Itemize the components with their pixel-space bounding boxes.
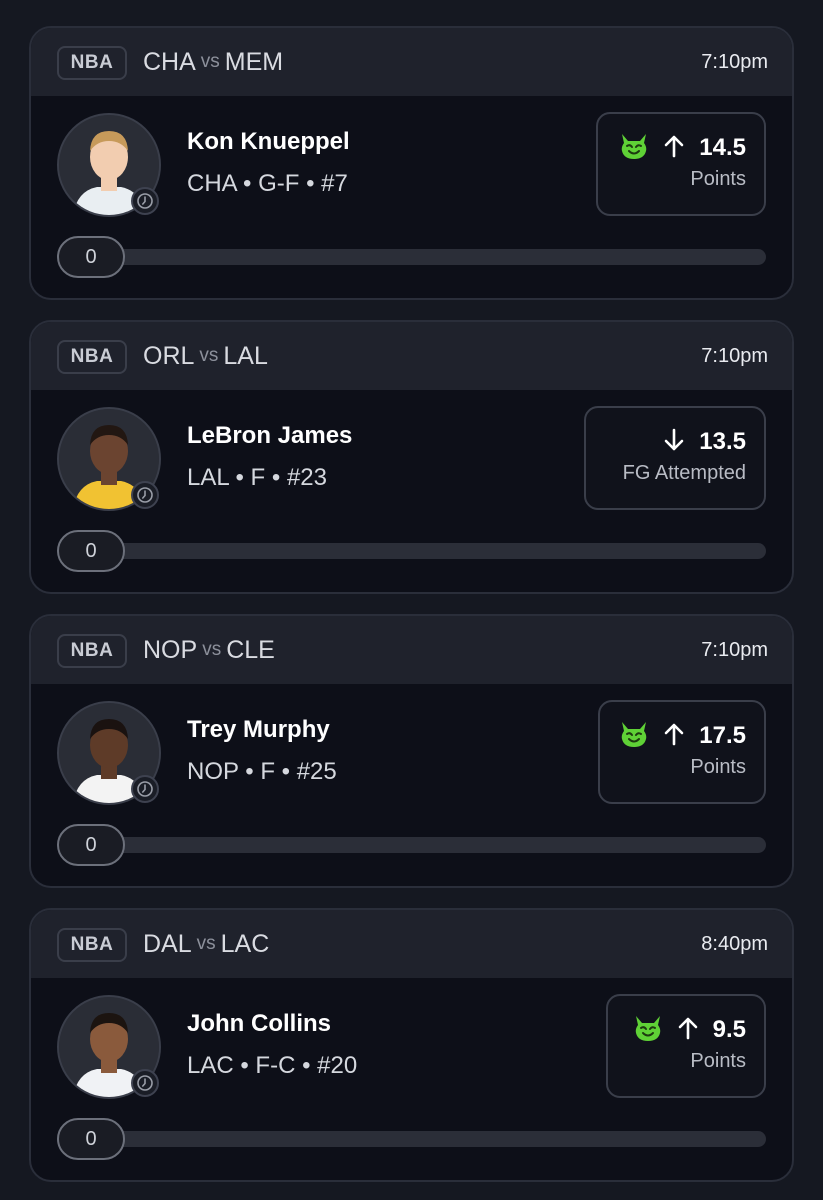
team-home: LAC bbox=[220, 929, 270, 958]
team-home: CLE bbox=[226, 635, 275, 664]
matchup: CHA vs MEM bbox=[143, 45, 283, 79]
pick-line: 13.5 bbox=[663, 426, 746, 458]
matchup: DAL vs LAC bbox=[143, 927, 269, 961]
arrow-down-icon bbox=[663, 428, 685, 457]
pick-box[interactable]: 14.5 Points bbox=[596, 112, 766, 216]
pick-line-value: 17.5 bbox=[699, 722, 746, 749]
game-time: 7:10pm bbox=[701, 638, 768, 661]
player-name: LeBron James bbox=[187, 422, 353, 449]
vs-label: vs bbox=[202, 639, 222, 660]
game-header: NBA CHA vs MEM 7:10pm bbox=[31, 28, 792, 96]
pick-box[interactable]: 17.5 Points bbox=[598, 700, 766, 804]
vs-label: vs bbox=[200, 51, 220, 72]
arrow-up-icon bbox=[663, 134, 685, 163]
matchup: NOP vs CLE bbox=[143, 633, 275, 667]
pick-line-value: 14.5 bbox=[699, 134, 746, 161]
arrow-up-icon bbox=[677, 1016, 699, 1045]
player-avatar[interactable] bbox=[57, 407, 161, 511]
vs-label: vs bbox=[199, 345, 219, 366]
progress-track bbox=[57, 837, 766, 853]
clock-icon bbox=[131, 775, 159, 803]
player-name: Kon Knueppel bbox=[187, 128, 350, 155]
progress-value: 0 bbox=[57, 1118, 125, 1160]
projection-card[interactable]: NBA DAL vs LAC 8:40pm John Collins LAC •… bbox=[29, 908, 794, 1182]
pick-line-value: 9.5 bbox=[712, 1016, 746, 1043]
clock-icon bbox=[131, 1069, 159, 1097]
player-team-position-number: LAL • F • #23 bbox=[187, 464, 327, 491]
projection-card[interactable]: NBA NOP vs CLE 7:10pm Trey Murphy NOP • … bbox=[29, 614, 794, 888]
player-avatar[interactable] bbox=[57, 113, 161, 217]
pick-line: 9.5 bbox=[633, 1014, 746, 1046]
player-name: John Collins bbox=[187, 1010, 331, 1037]
league-badge: NBA bbox=[57, 340, 127, 374]
league-badge: NBA bbox=[57, 46, 127, 80]
league-badge: NBA bbox=[57, 928, 127, 962]
progress-track bbox=[57, 249, 766, 265]
team-away: CHA bbox=[143, 47, 196, 76]
projection-list: NBA CHA vs MEM 7:10pm Kon Knueppel CHA •… bbox=[0, 0, 823, 1200]
demon-icon bbox=[619, 720, 649, 753]
team-away: NOP bbox=[143, 635, 198, 664]
progress-value: 0 bbox=[57, 824, 125, 866]
demon-icon bbox=[619, 132, 649, 165]
team-home: MEM bbox=[224, 47, 284, 76]
game-time: 8:40pm bbox=[701, 932, 768, 955]
pick-line: 14.5 bbox=[619, 132, 746, 164]
game-header: NBA NOP vs CLE 7:10pm bbox=[31, 616, 792, 684]
game-time: 7:10pm bbox=[701, 344, 768, 367]
vs-label: vs bbox=[196, 933, 216, 954]
game-header: NBA ORL vs LAL 7:10pm bbox=[31, 322, 792, 390]
pick-stat-type: Points bbox=[690, 168, 746, 190]
league-badge: NBA bbox=[57, 634, 127, 668]
progress-value: 0 bbox=[57, 236, 125, 278]
clock-icon bbox=[131, 481, 159, 509]
pick-box[interactable]: 9.5 Points bbox=[606, 994, 766, 1098]
pick-line-value: 13.5 bbox=[699, 428, 746, 455]
arrow-up-icon bbox=[663, 722, 685, 751]
player-avatar[interactable] bbox=[57, 701, 161, 805]
pick-stat-type: Points bbox=[690, 1050, 746, 1072]
demon-icon bbox=[633, 1014, 663, 1047]
projection-card[interactable]: NBA CHA vs MEM 7:10pm Kon Knueppel CHA •… bbox=[29, 26, 794, 300]
projection-card[interactable]: NBA ORL vs LAL 7:10pm LeBron James LAL •… bbox=[29, 320, 794, 594]
team-away: ORL bbox=[143, 341, 195, 370]
game-time: 7:10pm bbox=[701, 50, 768, 73]
game-header: NBA DAL vs LAC 8:40pm bbox=[31, 910, 792, 978]
pick-stat-type: FG Attempted bbox=[622, 462, 746, 484]
team-home: LAL bbox=[223, 341, 268, 370]
pick-line: 17.5 bbox=[619, 720, 746, 752]
progress-value: 0 bbox=[57, 530, 125, 572]
player-team-position-number: CHA • G-F • #7 bbox=[187, 170, 348, 197]
player-name: Trey Murphy bbox=[187, 716, 330, 743]
pick-stat-type: Points bbox=[690, 756, 746, 778]
team-away: DAL bbox=[143, 929, 192, 958]
clock-icon bbox=[131, 187, 159, 215]
player-avatar[interactable] bbox=[57, 995, 161, 1099]
pick-box[interactable]: 13.5 FG Attempted bbox=[584, 406, 766, 510]
progress-track bbox=[57, 1131, 766, 1147]
player-team-position-number: NOP • F • #25 bbox=[187, 758, 337, 785]
progress-track bbox=[57, 543, 766, 559]
matchup: ORL vs LAL bbox=[143, 339, 268, 373]
player-team-position-number: LAC • F-C • #20 bbox=[187, 1052, 358, 1079]
